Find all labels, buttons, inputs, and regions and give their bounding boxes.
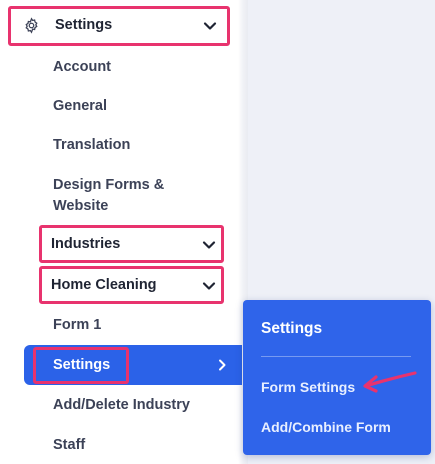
sidebar: Settings Account General Translation Des… — [0, 0, 242, 464]
submenu-item-form-settings[interactable]: Form Settings — [261, 379, 355, 395]
sidebar-item-design-forms[interactable]: Design Forms & Website — [53, 177, 223, 217]
submenu-item-add-combine-form[interactable]: Add/Combine Form — [261, 419, 391, 435]
sidebar-item-general[interactable]: General — [53, 98, 107, 114]
submenu-title: Settings — [261, 320, 323, 337]
arrow-annotation-icon — [363, 371, 417, 393]
submenu-popup: Settings Form Settings Add/Combine Form — [243, 300, 431, 455]
sidebar-item-account[interactable]: Account — [53, 59, 111, 75]
submenu-divider — [261, 356, 411, 357]
sidebar-item-translation[interactable]: Translation — [53, 137, 130, 153]
sidebar-item-industries[interactable]: Industries — [39, 225, 224, 263]
chevron-right-icon — [219, 359, 226, 371]
sidebar-item-label: Industries — [51, 236, 121, 252]
chevron-down-icon — [203, 22, 217, 30]
gear-icon — [25, 17, 38, 34]
sidebar-item-home-cleaning[interactable]: Home Cleaning — [39, 266, 224, 304]
sidebar-item-label: Settings — [53, 357, 111, 373]
sidebar-item-add-delete-industry[interactable]: Add/Delete Industry — [53, 397, 190, 413]
chevron-down-icon — [202, 241, 216, 249]
sidebar-header-label: Settings — [55, 17, 113, 33]
sidebar-header-settings[interactable]: Settings — [8, 6, 230, 46]
sidebar-item-staff[interactable]: Staff — [53, 437, 85, 453]
sidebar-item-label: Home Cleaning — [51, 277, 157, 293]
chevron-down-icon — [202, 282, 216, 290]
sidebar-item-form-1[interactable]: Form 1 — [53, 317, 101, 333]
sidebar-item-label: Website — [53, 198, 109, 214]
sidebar-item-label: Design Forms & — [53, 177, 165, 193]
